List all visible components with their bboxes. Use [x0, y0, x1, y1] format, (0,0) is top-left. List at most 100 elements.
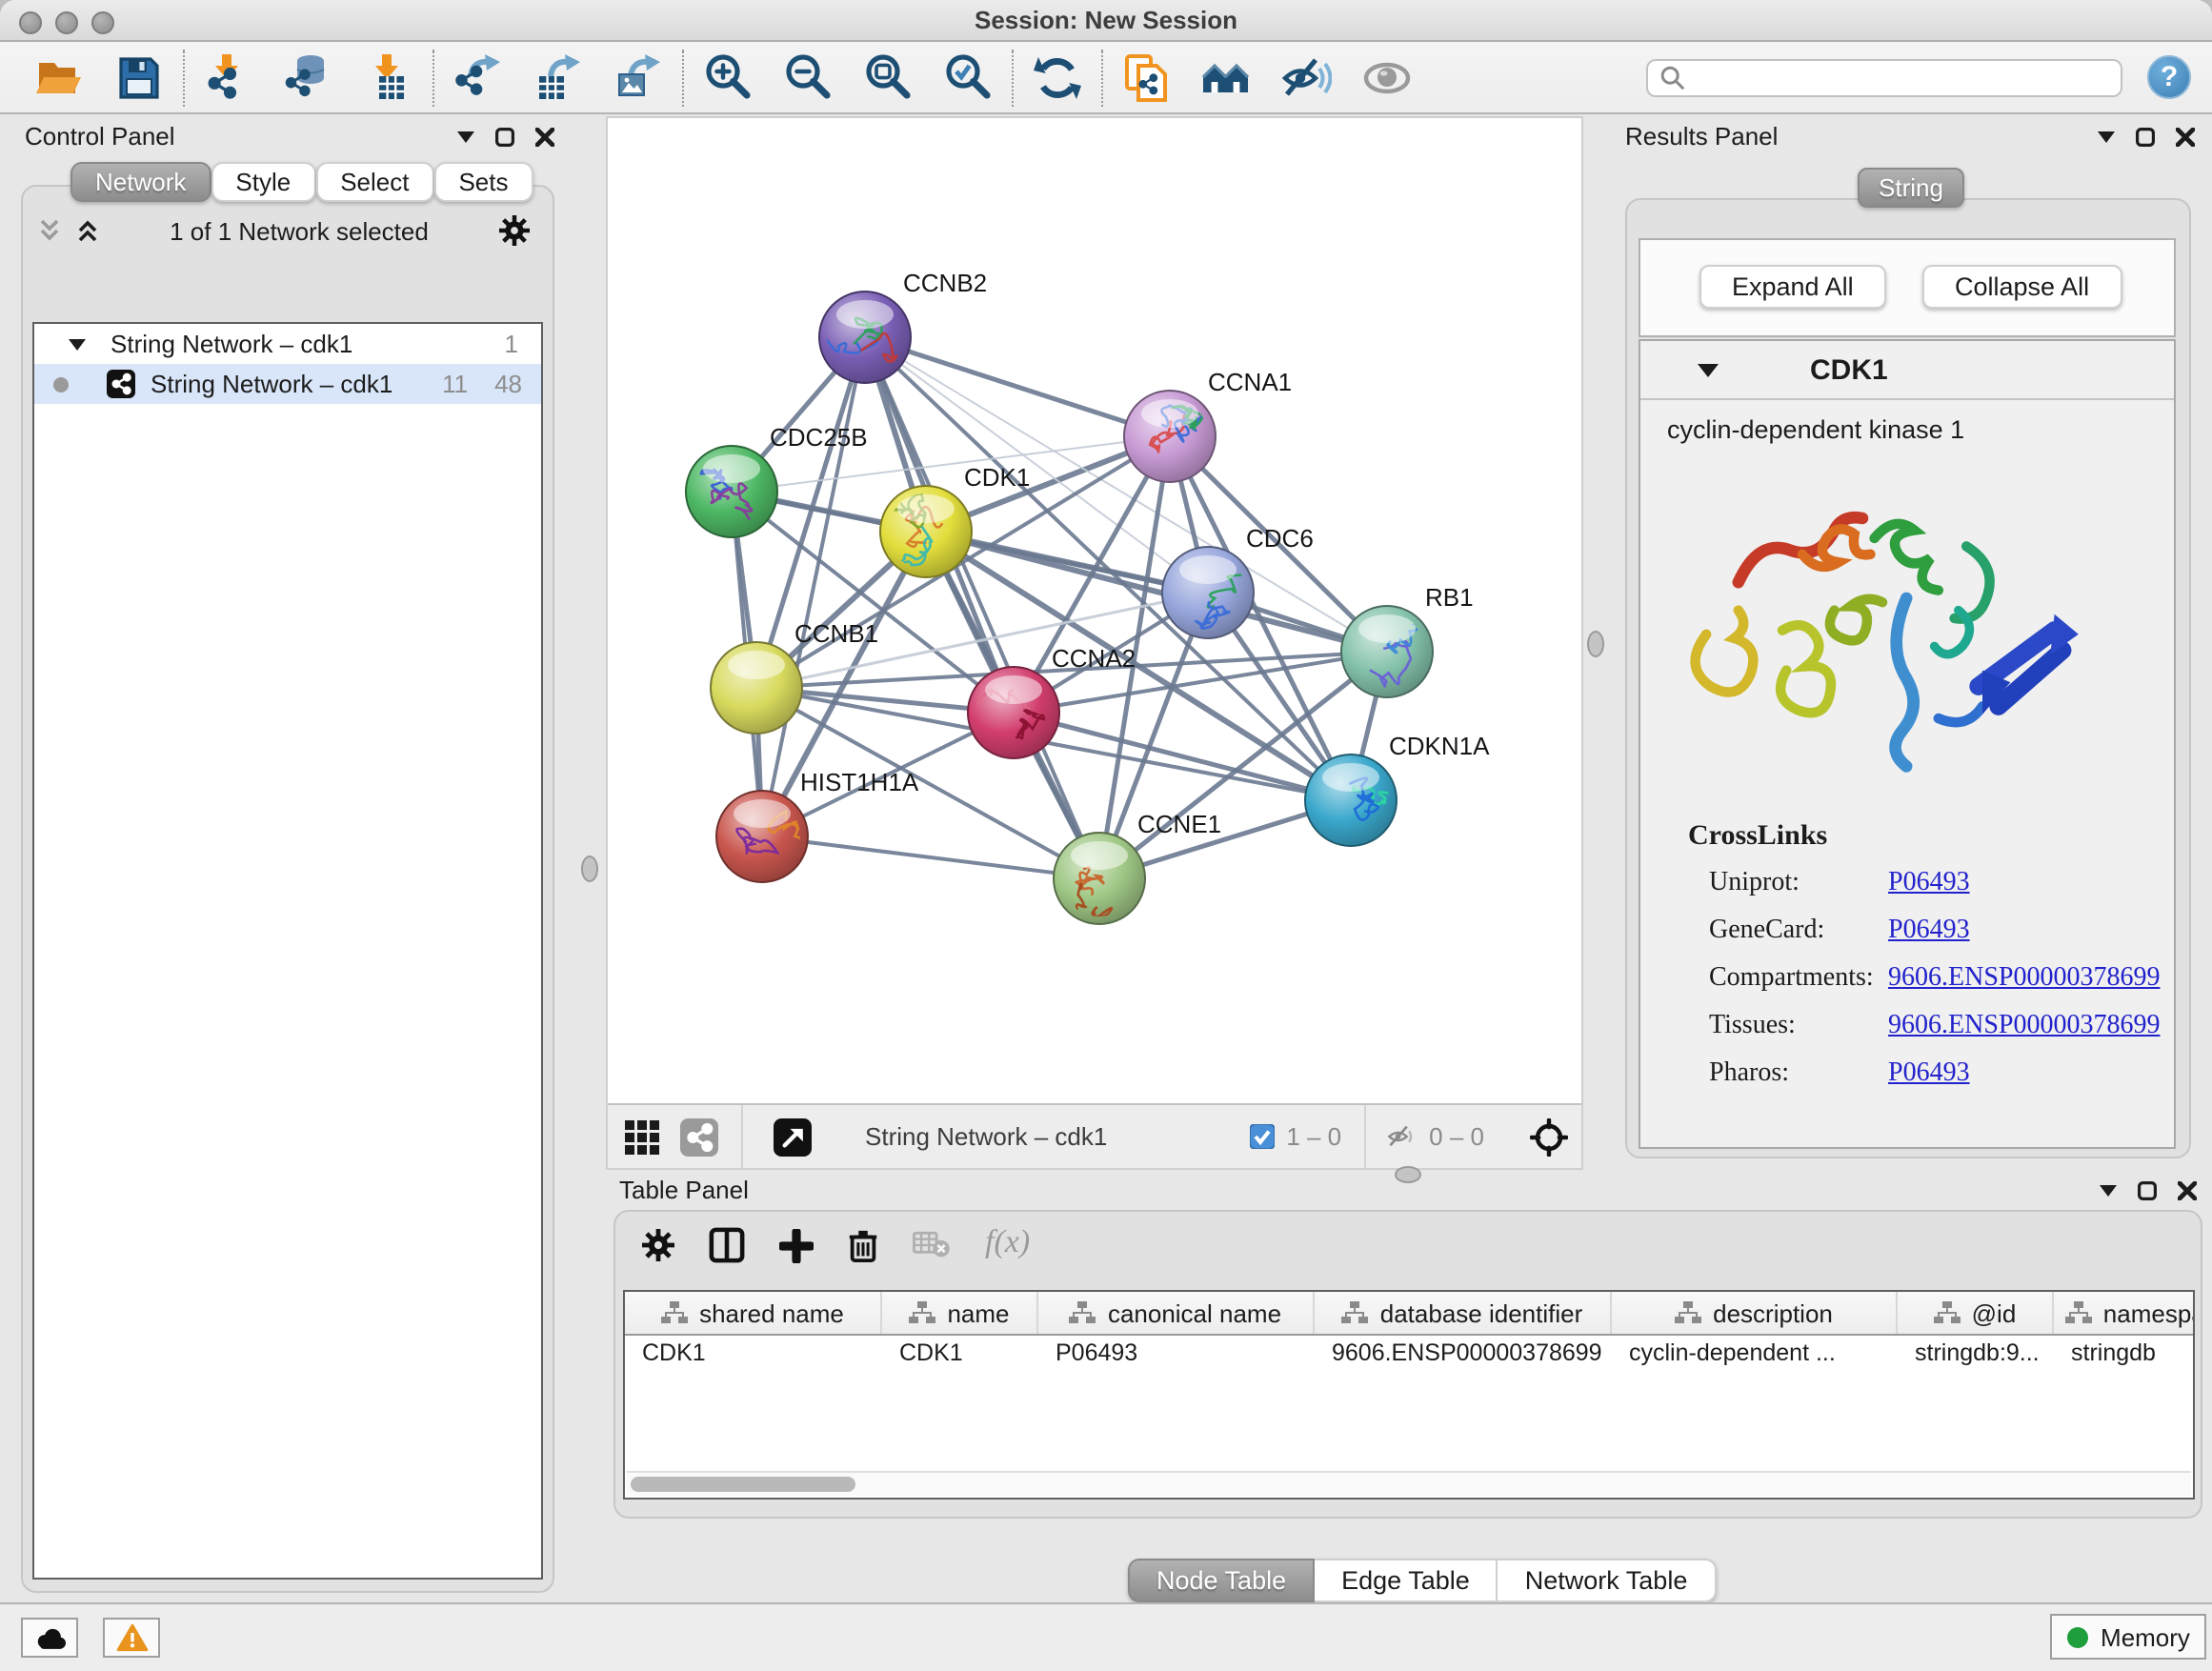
tab-style[interactable]: Style: [211, 162, 315, 202]
warnings-button[interactable]: [103, 1618, 160, 1658]
function-builder-icon: f(x): [985, 1222, 1030, 1260]
column-header-shared-name[interactable]: shared name: [625, 1292, 882, 1334]
open-session-button[interactable]: [30, 49, 88, 106]
crosslink-link[interactable]: P06493: [1888, 916, 1970, 947]
table-row[interactable]: CDK1CDK1P064939606.ENSP00000378699cyclin…: [625, 1336, 2193, 1368]
network-count: 1: [505, 330, 518, 358]
export-image-button[interactable]: [610, 49, 667, 106]
zoom-fit-button[interactable]: [859, 49, 916, 106]
scrollbar-thumb[interactable]: [631, 1477, 855, 1492]
column-header-canonical-name[interactable]: canonical name: [1038, 1292, 1315, 1334]
tab-string[interactable]: String: [1858, 168, 1964, 208]
selected-checkbox-icon[interactable]: [1250, 1124, 1275, 1149]
import-network-button[interactable]: [200, 49, 257, 106]
network-edge[interactable]: [865, 337, 1170, 436]
collapse-panel-icon[interactable]: [2098, 131, 2115, 142]
add-column-icon[interactable]: [779, 1228, 814, 1262]
crosslink-row: Pharos:P06493: [1640, 1059, 2174, 1090]
network-node-CDK1[interactable]: CDK1: [880, 463, 1030, 577]
network-node-RB1[interactable]: RB1: [1341, 583, 1474, 697]
network-node-CDKN1A[interactable]: CDKN1A: [1305, 732, 1490, 846]
network-node-CCNA1[interactable]: CCNA1: [1124, 368, 1292, 482]
export-table-button[interactable]: [530, 49, 587, 106]
crosslink-link[interactable]: P06493: [1888, 869, 1970, 899]
column-header--id[interactable]: @id: [1898, 1292, 2054, 1334]
network-row[interactable]: String Network – cdk11148: [34, 364, 541, 404]
delete-column-trash-icon[interactable]: [848, 1228, 878, 1262]
expand-all-button[interactable]: Expand All: [1699, 265, 1886, 309]
table-cell: cyclin-dependent ...: [1612, 1339, 1898, 1365]
export-network-button[interactable]: [450, 49, 507, 106]
left-splitter-handle[interactable]: [581, 856, 598, 882]
search-input[interactable]: [1686, 60, 2121, 94]
tab-sets[interactable]: Sets: [433, 162, 533, 202]
show-columns-icon[interactable]: [709, 1227, 745, 1263]
close-panel-icon[interactable]: [2178, 1180, 2197, 1199]
collapse-panel-icon[interactable]: [2100, 1184, 2117, 1196]
tab-node-table[interactable]: Node Table: [1128, 1559, 1315, 1602]
tab-select[interactable]: Select: [315, 162, 433, 202]
expand-all-networks-icon[interactable]: [76, 219, 99, 242]
table-options-gear-icon[interactable]: [642, 1229, 674, 1261]
search-box[interactable]: [1646, 58, 2122, 96]
network-options-gear-icon[interactable]: [499, 215, 530, 246]
memory-button[interactable]: Memory: [2050, 1614, 2206, 1660]
zoom-out-button[interactable]: [779, 49, 836, 106]
share-document-button[interactable]: [1118, 49, 1176, 106]
tab-network-table[interactable]: Network Table: [1498, 1559, 1717, 1602]
column-header-description[interactable]: description: [1612, 1292, 1898, 1334]
main-toolbar: ?: [0, 42, 2212, 114]
birdseye-grid-icon[interactable]: [623, 1117, 661, 1156]
crosslink-link[interactable]: 9606.ENSP00000378699: [1888, 1012, 2160, 1042]
tab-edge-table[interactable]: Edge Table: [1315, 1559, 1498, 1602]
float-panel-icon[interactable]: [495, 127, 514, 146]
zoom-selected-button[interactable]: [939, 49, 996, 106]
column-header-name[interactable]: name: [882, 1292, 1038, 1334]
collapse-gene-icon[interactable]: [1698, 363, 1719, 376]
collapse-panel-icon[interactable]: [457, 131, 474, 142]
import-table-button[interactable]: [360, 49, 417, 106]
refresh-button[interactable]: [1029, 49, 1086, 106]
column-header-database-identifier[interactable]: database identifier: [1315, 1292, 1612, 1334]
collapse-all-networks-icon[interactable]: [38, 219, 61, 242]
network-edge[interactable]: [762, 337, 865, 836]
table-horizontal-scrollbar[interactable]: [627, 1471, 2191, 1496]
toolbar-separator: [432, 49, 434, 106]
crosslink-label: Pharos:: [1709, 1059, 1888, 1090]
network-edge[interactable]: [865, 337, 1099, 878]
expander-icon[interactable]: [69, 338, 86, 350]
crosslinks-heading: CrossLinks: [1688, 821, 1827, 854]
fit-selected-crosshair-icon[interactable]: [1530, 1117, 1568, 1156]
column-header-namespace[interactable]: namespace: [2054, 1292, 2195, 1334]
float-panel-icon[interactable]: [2136, 127, 2155, 146]
network-canvas[interactable]: CCNB2CCNA1CDC25BCDK1CDC6RB1CCNB1CCNA2CDK…: [608, 118, 1581, 1105]
hide-glasses-button[interactable]: [1278, 49, 1336, 106]
network-collection-row[interactable]: String Network – cdk11: [34, 324, 541, 364]
network-share-icon[interactable]: [680, 1117, 718, 1156]
close-panel-icon[interactable]: [535, 127, 554, 146]
bottom-splitter-handle[interactable]: [1395, 1166, 1421, 1183]
import-database-button[interactable]: [280, 49, 337, 106]
float-panel-icon[interactable]: [2138, 1180, 2157, 1199]
toolbar-separator: [183, 49, 185, 106]
cloud-button[interactable]: [21, 1618, 78, 1658]
network-edge[interactable]: [762, 836, 1099, 878]
network-node-HIST1H1A[interactable]: HIST1H1A: [716, 768, 919, 882]
open-in-window-icon[interactable]: [774, 1117, 812, 1156]
zoom-in-button[interactable]: [699, 49, 756, 106]
collapse-all-button[interactable]: Collapse All: [1922, 265, 2122, 309]
crosslink-link[interactable]: 9606.ENSP00000378699: [1888, 964, 2160, 995]
close-panel-icon[interactable]: [2176, 127, 2195, 146]
gene-card-header[interactable]: CDK1: [1640, 341, 2174, 400]
network-node-CCNB1[interactable]: CCNB1: [711, 619, 878, 734]
crosslink-link[interactable]: P06493: [1888, 1059, 1970, 1090]
network-node-CDC25B[interactable]: CDC25B: [686, 423, 868, 537]
save-session-button[interactable]: [111, 49, 168, 106]
help-button[interactable]: ?: [2147, 55, 2191, 99]
expand-collapse-bar: Expand All Collapse All: [1639, 238, 2176, 337]
tab-network[interactable]: Network: [70, 162, 211, 202]
network-selection-status: 1 of 1 Network selected: [99, 216, 499, 245]
right-splitter-handle[interactable]: [1587, 631, 1604, 657]
show-eye-button[interactable]: [1358, 49, 1416, 106]
string-home-button[interactable]: [1198, 49, 1256, 106]
